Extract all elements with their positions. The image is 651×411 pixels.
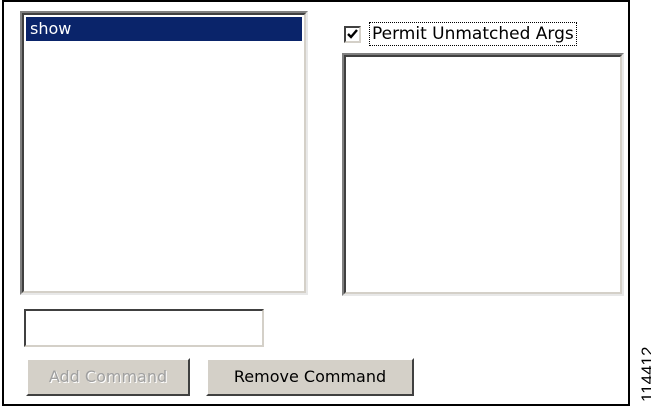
command-input[interactable] — [24, 309, 264, 347]
arguments-listbox[interactable] — [342, 53, 624, 296]
permit-unmatched-args-checkbox[interactable] — [344, 25, 361, 43]
permit-unmatched-args-row[interactable]: Permit Unmatched Args — [344, 20, 577, 48]
checkmark-icon — [347, 28, 358, 39]
command-listbox[interactable]: show — [20, 11, 308, 295]
list-item-selected[interactable]: show — [26, 17, 302, 41]
remove-command-button[interactable]: Remove Command — [206, 358, 414, 396]
permit-unmatched-args-label[interactable]: Permit Unmatched Args — [369, 22, 577, 46]
figure-id-label: 114412 — [638, 346, 651, 402]
add-command-button[interactable]: Add Command — [26, 358, 190, 396]
